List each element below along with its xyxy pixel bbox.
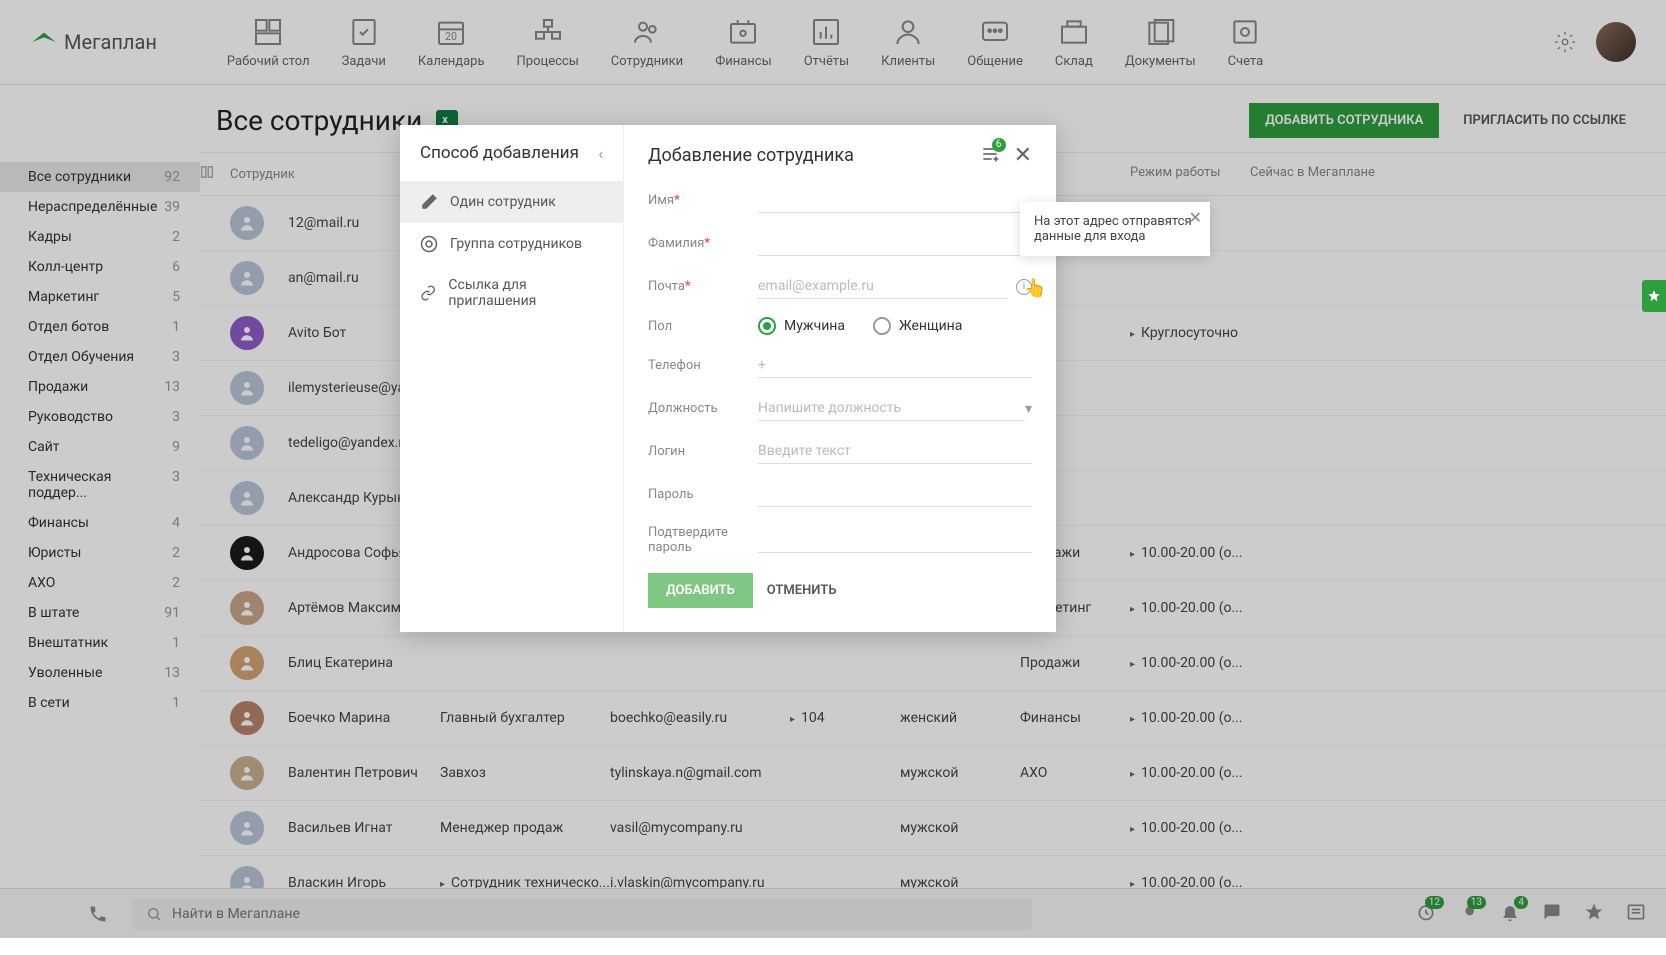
email-tooltip: ✕ На этот адрес отправятся данные для вх… <box>1020 202 1210 256</box>
add-employee-modal: Способ добавления ‹ Один сотрудник Групп… <box>400 125 1056 632</box>
opt-link[interactable]: Ссылка для приглашения <box>400 265 623 321</box>
position-field[interactable] <box>758 396 1025 421</box>
cancel-button[interactable]: ОТМЕНИТЬ <box>767 573 837 608</box>
surname-field[interactable] <box>758 231 1032 256</box>
password-field[interactable] <box>758 482 1032 507</box>
phone-field[interactable] <box>758 353 1032 378</box>
submit-button[interactable]: ДОБАВИТЬ <box>648 573 753 608</box>
opt-group[interactable]: Группа сотрудников <box>400 223 623 265</box>
close-icon[interactable]: ✕ <box>1014 143 1032 168</box>
gender-male[interactable]: Мужчина <box>758 317 845 335</box>
back-icon[interactable]: ‹ <box>598 144 603 163</box>
modal-left-title: Способ добавления <box>420 143 579 163</box>
opt-single[interactable]: Один сотрудник <box>400 181 623 223</box>
filter-icon[interactable]: 6 <box>980 144 1000 168</box>
cursor-icon: 👆 <box>1024 278 1046 299</box>
gender-female[interactable]: Женщина <box>873 317 962 335</box>
modal-title: Добавление сотрудника <box>648 145 854 166</box>
chevron-down-icon[interactable]: ▾ <box>1025 401 1032 417</box>
star-tab[interactable] <box>1642 280 1666 312</box>
tooltip-close-icon[interactable]: ✕ <box>1189 208 1202 227</box>
login-field[interactable] <box>758 439 1032 464</box>
confirm-field[interactable] <box>758 528 1032 553</box>
name-field[interactable] <box>758 188 1032 213</box>
email-field[interactable] <box>758 274 1008 299</box>
